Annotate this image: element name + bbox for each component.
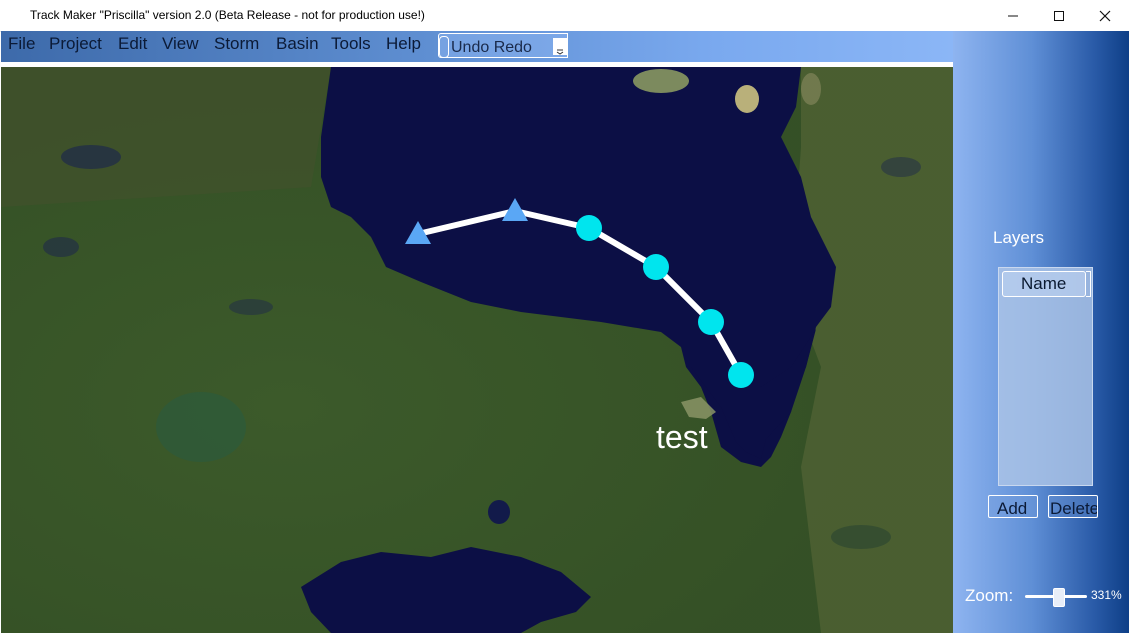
lake [488, 500, 510, 524]
menu-view[interactable]: View [162, 34, 199, 54]
minimize-icon [1008, 15, 1018, 16]
map-canvas[interactable]: test [1, 67, 953, 633]
add-layer-button[interactable]: Add [988, 495, 1038, 518]
zoom-slider[interactable] [1025, 587, 1087, 607]
close-icon [1099, 10, 1111, 21]
track-point-circle[interactable] [698, 309, 724, 335]
close-button[interactable] [1082, 0, 1128, 31]
window-title: Track Maker "Priscilla" version 2.0 (Bet… [30, 8, 425, 22]
delete-layer-button[interactable]: Delete [1048, 495, 1098, 518]
menu-project[interactable]: Project [49, 34, 102, 54]
storm-name-label: test [656, 419, 708, 455]
menu-bar: File Project Edit View Storm Basin Tools… [1, 31, 953, 62]
zoom-value: 331% [1091, 588, 1122, 602]
delete-label: Delete [1050, 499, 1098, 518]
track-point-circle[interactable] [728, 362, 754, 388]
add-label: Add [997, 499, 1028, 518]
satellite-map [1, 67, 953, 633]
chevron-down-icon[interactable] [553, 38, 567, 55]
layers-list[interactable]: Name [998, 267, 1093, 486]
menu-basin[interactable]: Basin [276, 34, 319, 54]
maximize-button[interactable] [1036, 0, 1082, 31]
side-panel: Layers Name Add Delete Zoom: 331% [953, 31, 1129, 633]
maximize-icon [1054, 10, 1064, 21]
undo-redo-label: Undo Redo [451, 39, 532, 56]
minimize-button[interactable] [990, 0, 1036, 31]
layers-column-header[interactable]: Name [1002, 271, 1086, 297]
layers-title: Layers [993, 228, 1045, 247]
undo-redo-edge [439, 36, 449, 57]
track-point-circle[interactable] [576, 215, 602, 241]
menu-file[interactable]: File [8, 34, 35, 54]
zoom-slider-thumb[interactable] [1053, 588, 1065, 607]
menu-tools[interactable]: Tools [331, 34, 371, 54]
track-point-circle[interactable] [643, 254, 669, 280]
menu-help[interactable]: Help [386, 34, 421, 54]
menu-edit[interactable]: Edit [118, 34, 147, 54]
title-bar: Track Maker "Priscilla" version 2.0 (Bet… [0, 0, 1129, 32]
island [633, 69, 689, 93]
island [735, 85, 759, 113]
column-header-divider[interactable] [1086, 271, 1091, 297]
zoom-label: Zoom: [965, 586, 1014, 605]
undo-redo-dropdown[interactable]: Undo Redo [438, 33, 568, 58]
column-header-label: Name [1021, 274, 1067, 293]
menu-storm[interactable]: Storm [214, 34, 259, 54]
